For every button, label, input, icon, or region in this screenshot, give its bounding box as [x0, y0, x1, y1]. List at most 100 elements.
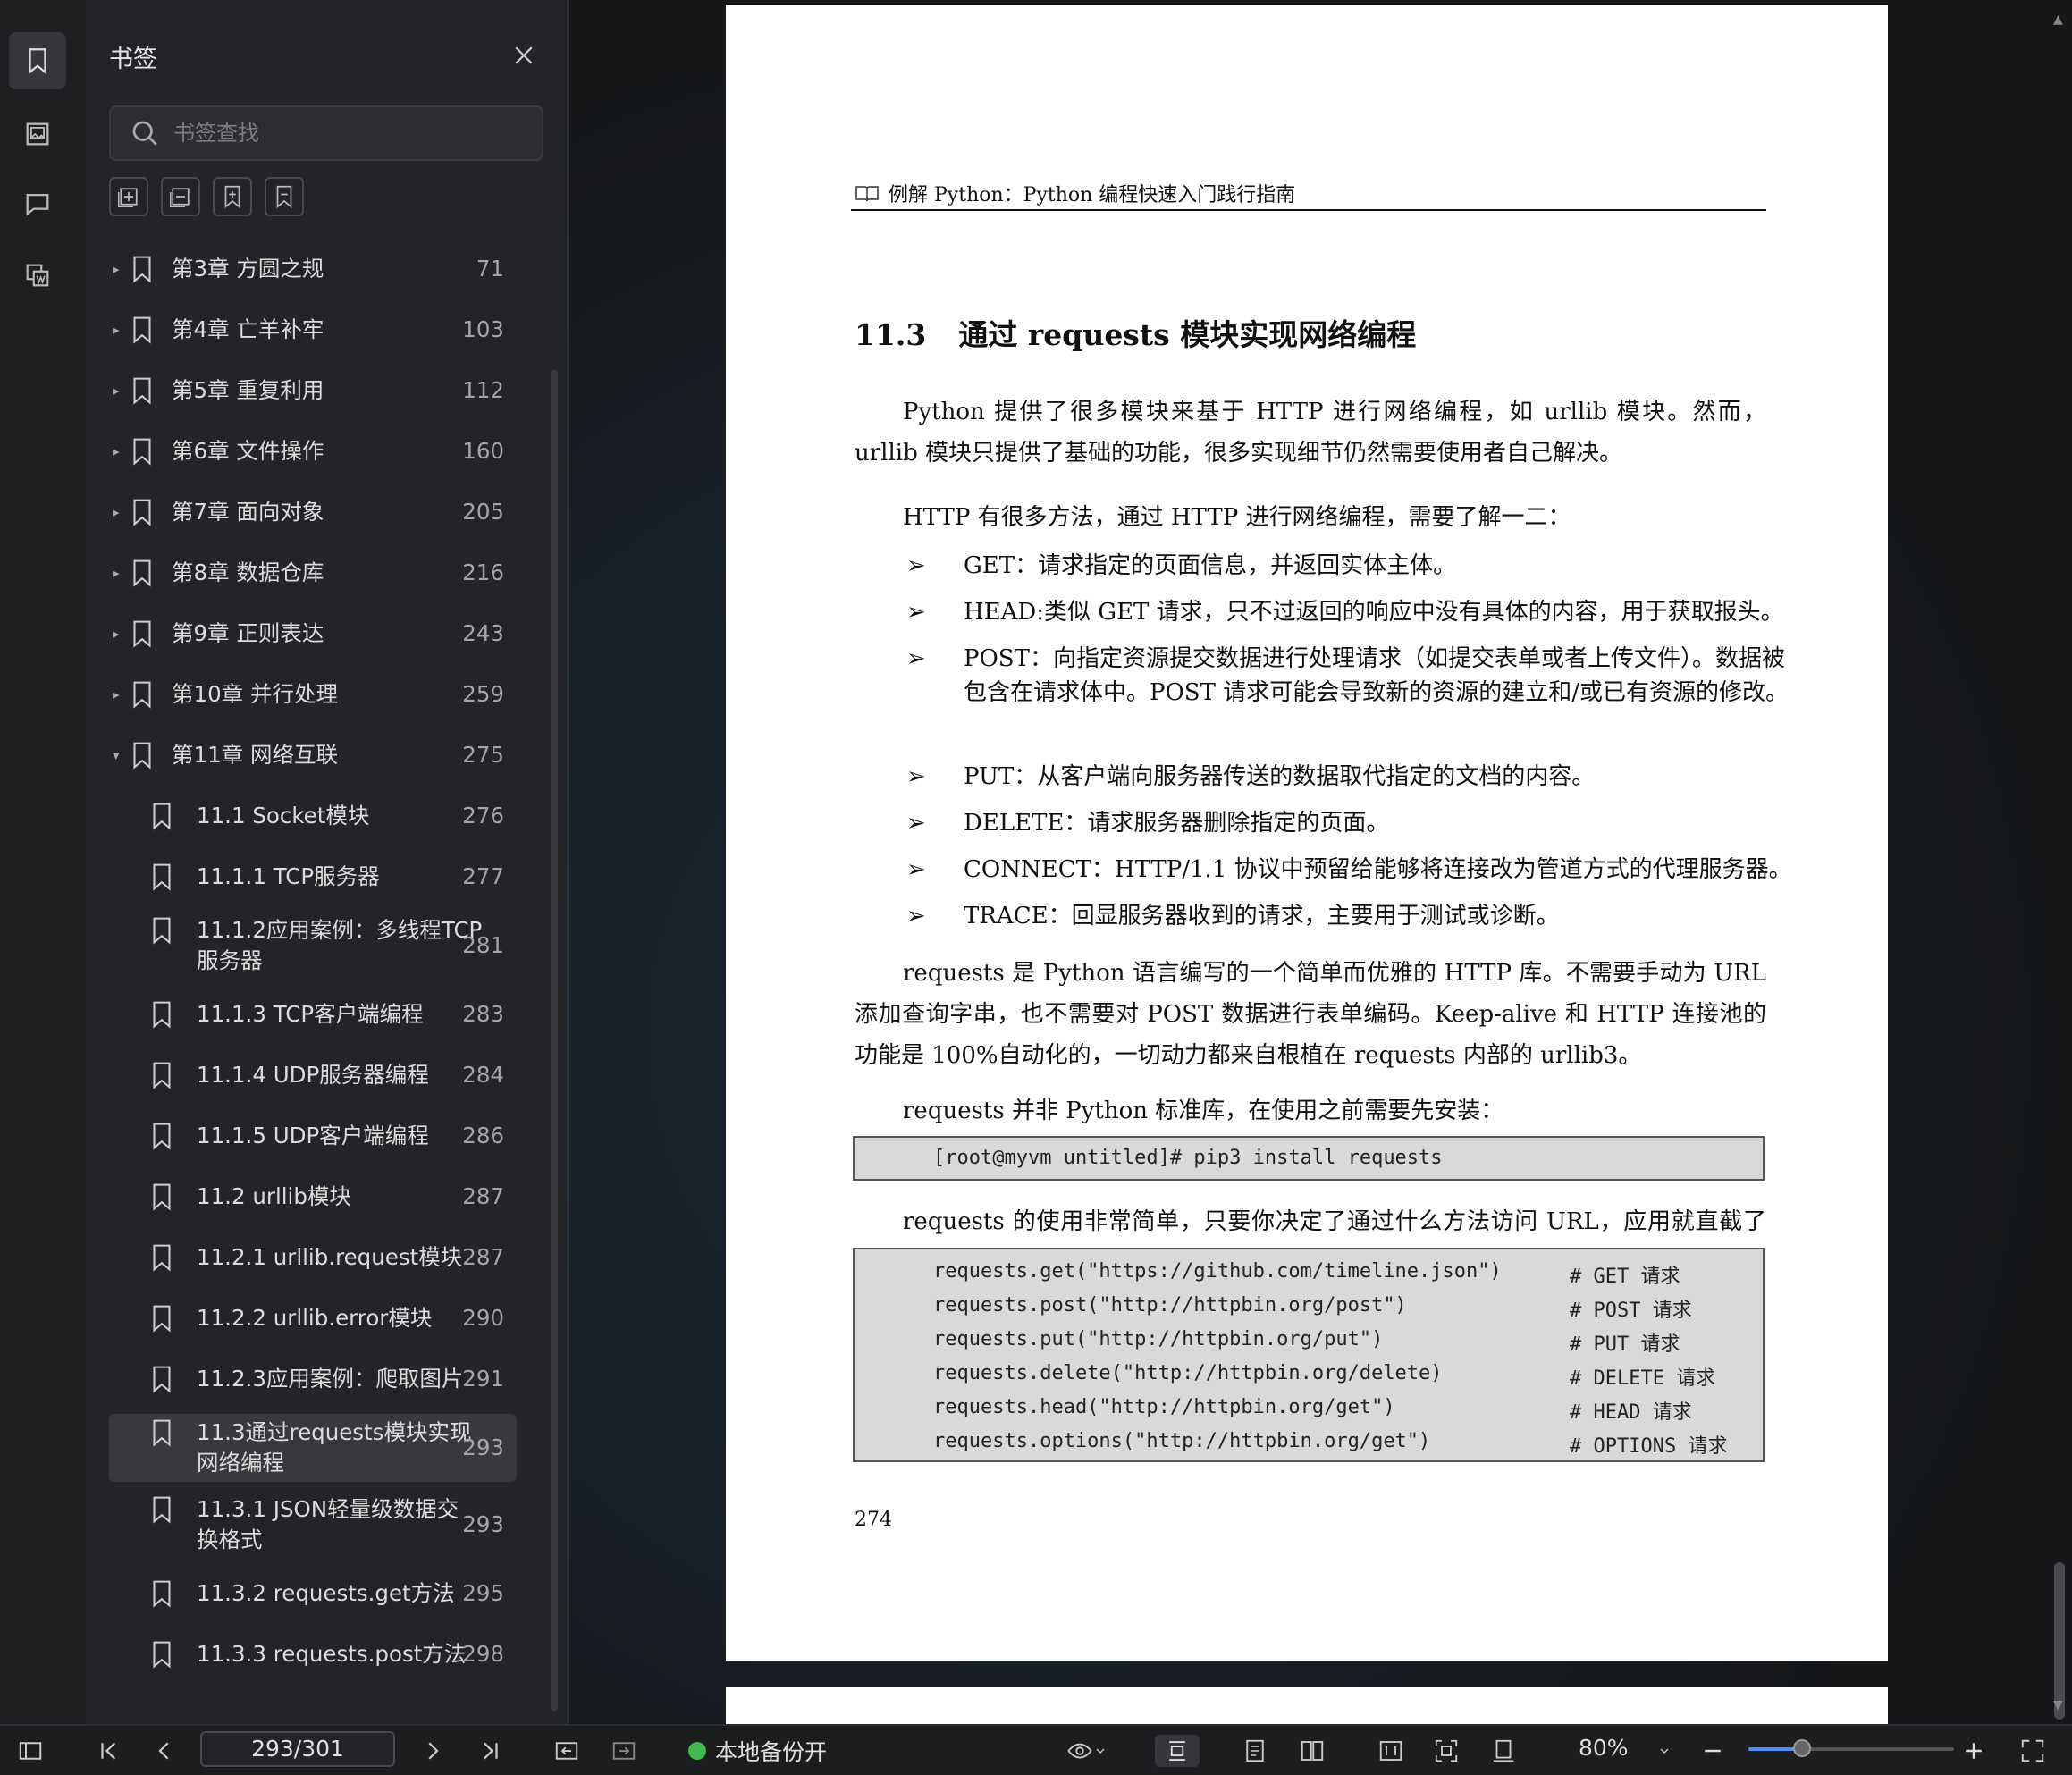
bookmark-page-number: 112: [462, 377, 504, 403]
thumbnail-panel-button[interactable]: [9, 105, 66, 163]
method-description: HEAD:类似 GET 请求，只不过返回的响应中没有具体的内容，用于获取报头。: [964, 599, 1784, 626]
bookmark-item[interactable]: ▸ 第7章 面向对象 205: [109, 486, 517, 538]
code-line: requests.put("http://httpbin.org/put"): [933, 1328, 1384, 1350]
delete-bookmark-button[interactable]: [265, 177, 304, 216]
toggle-sidebar-button[interactable]: [14, 1735, 46, 1767]
zoom-slider[interactable]: [1748, 1739, 1954, 1757]
rotate-button[interactable]: [1487, 1735, 1520, 1767]
panel-scrollbar[interactable]: [551, 370, 558, 1711]
bookmark-item[interactable]: ▸ 第6章 文件操作 160: [109, 425, 517, 477]
bookmark-icon: [129, 254, 156, 284]
actual-size-button[interactable]: [1430, 1735, 1462, 1767]
zoom-in-button[interactable]: [1958, 1735, 1990, 1767]
add-bookmark-button[interactable]: [213, 177, 252, 216]
expand-caret-icon[interactable]: ▸: [113, 627, 127, 641]
bookmark-page-number: 277: [462, 863, 504, 889]
bookmark-label-line2: 服务器: [197, 947, 263, 973]
bookmark-item[interactable]: 11.3.1 JSON轻量级数据交 换格式 293: [109, 1491, 517, 1559]
bookmark-item[interactable]: 11.1.3 TCP客户端编程 283: [109, 988, 517, 1040]
bookmark-item[interactable]: ▸ 第3章 方圆之规 71: [109, 243, 517, 295]
bookmark-icon: [148, 1242, 175, 1273]
bookmark-label: 第11章 网络互联: [172, 742, 338, 768]
bookmark-item[interactable]: 11.1.2应用案例：多线程TCP 服务器 281: [109, 912, 517, 980]
section-title: 11.3 通过 requests 模块实现网络编程: [855, 311, 1416, 354]
bookmark-icon: [148, 915, 175, 946]
bookmark-item[interactable]: 11.3.2 requests.get方法 295: [109, 1568, 517, 1619]
code-line: requests.head("http://httpbin.org/get"): [933, 1396, 1395, 1418]
bookmark-item[interactable]: ▸ 第4章 亡羊补牢 103: [109, 304, 517, 356]
rotate-icon: [1493, 1739, 1514, 1762]
bookmark-item[interactable]: 11.1.1 TCP服务器 277: [109, 851, 517, 903]
bookmark-item[interactable]: 11.3通过requests模块实现 网络编程 293: [109, 1414, 517, 1482]
zoom-level[interactable]: 80%: [1579, 1735, 1629, 1761]
expand-caret-icon[interactable]: ▸: [113, 444, 127, 458]
bookmark-item[interactable]: 11.1.5 UDP客户端编程 286: [109, 1110, 517, 1162]
next-page-button[interactable]: [417, 1735, 449, 1767]
last-page-button[interactable]: [474, 1735, 506, 1767]
page-number: 274: [855, 1509, 892, 1531]
fit-width-button[interactable]: [1375, 1735, 1407, 1767]
double-page-icon: [1301, 1741, 1324, 1761]
expand-caret-icon[interactable]: ▸: [113, 383, 127, 398]
bookmark-page-number: 71: [476, 256, 504, 282]
page-number-input[interactable]: 293/301: [200, 1731, 395, 1767]
convert-icon: [26, 264, 49, 287]
bookmark-item[interactable]: 11.1.4 UDP服务器编程 284: [109, 1049, 517, 1101]
bookmark-item[interactable]: ▸ 第10章 并行处理 259: [109, 669, 517, 720]
bookmark-item[interactable]: ▾ 第11章 网络互联 275: [109, 729, 517, 781]
zoom-dropdown[interactable]: [1654, 1735, 1675, 1767]
document-viewport[interactable]: ▲ 例解 Python：Python 编程快速入门践行指南 11.3 通过 req…: [569, 0, 2072, 1724]
single-page-button[interactable]: [1239, 1735, 1271, 1767]
bookmark-label: 第5章 重复利用: [172, 377, 324, 403]
bookmark-icon: [148, 1121, 175, 1151]
expand-caret-icon[interactable]: ▸: [113, 505, 127, 519]
eye-protection-dropdown[interactable]: [1060, 1735, 1114, 1767]
bookmark-item[interactable]: 11.2.3应用案例：爬取图片 291: [109, 1353, 517, 1405]
fullscreen-button[interactable]: [2017, 1735, 2049, 1767]
page-fit-button[interactable]: [1155, 1735, 1200, 1767]
go-forward-button[interactable]: [608, 1735, 640, 1767]
zoom-slider-knob[interactable]: [1792, 1739, 1811, 1757]
bookmark-item[interactable]: 11.3.3 requests.post方法 298: [109, 1628, 517, 1680]
bookmark-item[interactable]: ▸ 第9章 正则表达 243: [109, 608, 517, 660]
bookmark-page-number: 281: [462, 932, 504, 958]
bookmark-item[interactable]: 11.1 Socket模块 276: [109, 790, 517, 842]
double-page-button[interactable]: [1296, 1735, 1328, 1767]
expand-caret-icon[interactable]: ▸: [113, 262, 127, 276]
first-page-icon: [101, 1742, 116, 1760]
expand-caret-icon[interactable]: ▸: [113, 687, 127, 702]
bookmark-label: 11.1.5 UDP客户端编程: [197, 1123, 429, 1148]
bookmark-item[interactable]: 11.2 urllib模块 287: [109, 1171, 517, 1223]
comment-panel-button[interactable]: [9, 175, 66, 232]
expand-all-button[interactable]: [109, 177, 148, 216]
go-back-button[interactable]: [551, 1735, 583, 1767]
expand-caret-icon[interactable]: ▸: [113, 323, 127, 337]
chevron-right-icon: [428, 1742, 439, 1760]
close-panel-button[interactable]: [508, 39, 540, 72]
bookmark-item[interactable]: ▸ 第8章 数据仓库 216: [109, 547, 517, 599]
fullscreen-icon: [2021, 1739, 2044, 1762]
bookmark-item[interactable]: ▸ 第5章 重复利用 112: [109, 365, 517, 416]
previous-page-button[interactable]: [148, 1735, 181, 1767]
panel-title: 书签: [109, 46, 157, 73]
zoom-out-button[interactable]: [1697, 1735, 1729, 1767]
scroll-up-arrow[interactable]: ▲: [2053, 13, 2063, 27]
local-backup-toggle[interactable]: 本地备份开: [688, 1735, 827, 1767]
bookmark-page-number: 205: [462, 499, 504, 525]
expand-caret-icon[interactable]: ▸: [113, 566, 127, 580]
first-page-button[interactable]: [93, 1735, 125, 1767]
bookmark-item[interactable]: 11.2.1 urllib.request模块 287: [109, 1232, 517, 1283]
bookmark-item[interactable]: 11.2.2 urllib.error模块 290: [109, 1292, 517, 1344]
bookmark-panel-button[interactable]: [9, 32, 66, 89]
expand-caret-icon[interactable]: ▾: [113, 748, 127, 762]
document-scrollbar[interactable]: [2054, 1562, 2065, 1720]
collapse-all-icon: [170, 188, 190, 207]
convert-panel-button[interactable]: [9, 247, 66, 304]
method-description: TRACE：回显服务器收到的请求，主要用于测试或诊断。: [964, 903, 1560, 930]
scroll-down-arrow[interactable]: ▼: [2053, 1698, 2063, 1712]
bookmark-page-number: 295: [462, 1580, 504, 1606]
tool-rail: [0, 0, 86, 1724]
collapse-all-button[interactable]: [161, 177, 200, 216]
bookmark-search-input[interactable]: [172, 120, 515, 147]
bullet-arrow-icon: ➢: [906, 903, 926, 930]
